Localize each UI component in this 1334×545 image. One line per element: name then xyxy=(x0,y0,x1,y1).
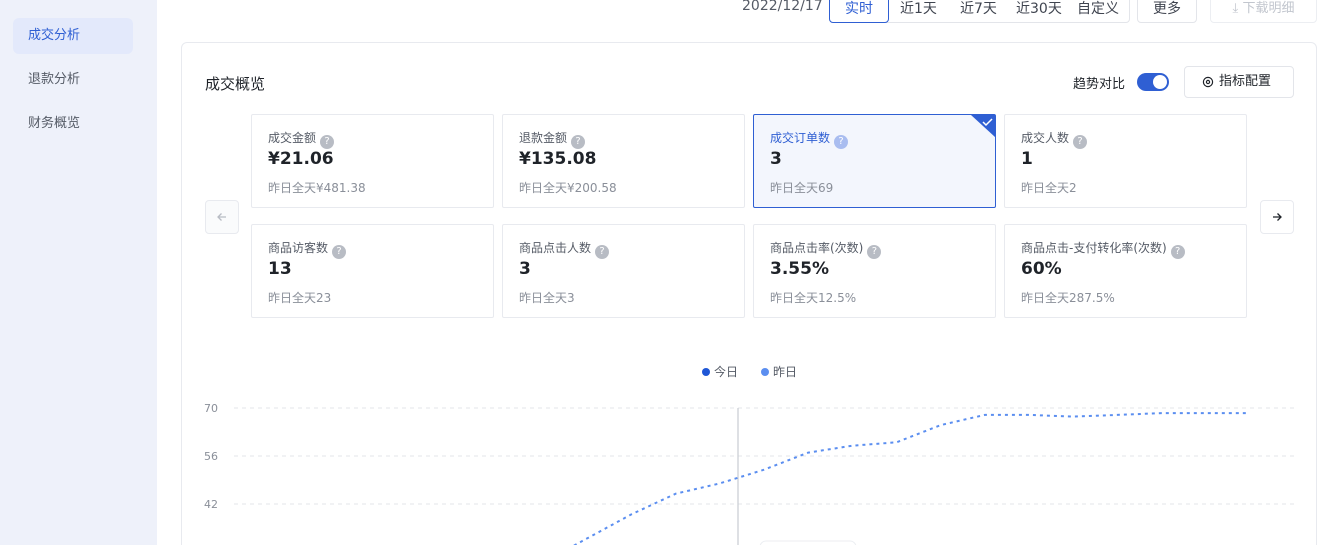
download-icon: ⤓ xyxy=(1232,1,1243,16)
download-detail-button[interactable]: ⤓ 下载明细 xyxy=(1210,0,1317,23)
y-tick-label: 56 xyxy=(204,450,218,463)
series-line-yesterday xyxy=(572,412,1250,545)
y-tick-label: 70 xyxy=(204,402,218,415)
deal-overview-panel: 成交概览 趋势对比 指标配置 成交金额? ¥21.06 昨日全天¥481.38 xyxy=(181,42,1317,545)
current-date: 2022/12/17 xyxy=(742,0,823,14)
trend-chart: 70 56 42 xyxy=(204,402,1294,545)
range-realtime-button[interactable]: 实时 xyxy=(829,0,889,23)
download-label: 下载明细 xyxy=(1242,1,1295,16)
range-custom-button[interactable]: 自定义 xyxy=(1077,0,1119,18)
sidebar-item-deal-analysis[interactable]: 成交分析 xyxy=(13,18,133,54)
main-content: 2022/12/17 实时 近1天 近7天 近30天 自定义 更多 ⤓ 下载明细… xyxy=(157,0,1334,545)
sidebar-item-finance-overview[interactable]: 财务概览 xyxy=(13,106,133,142)
more-button[interactable]: 更多 xyxy=(1137,0,1197,23)
sidebar-item-refund-analysis[interactable]: 退款分析 xyxy=(13,62,133,98)
time-range-bar: 2022/12/17 实时 近1天 近7天 近30天 自定义 更多 ⤓ 下载明细 xyxy=(157,0,1334,24)
chart-tooltip xyxy=(759,540,857,545)
range-30day-button[interactable]: 近30天 xyxy=(1016,0,1062,18)
y-tick-label: 42 xyxy=(204,498,218,511)
range-1day-button[interactable]: 近1天 xyxy=(900,0,937,18)
range-7day-button[interactable]: 近7天 xyxy=(960,0,997,18)
sidebar: 成交分析 退款分析 财务概览 xyxy=(0,0,157,545)
